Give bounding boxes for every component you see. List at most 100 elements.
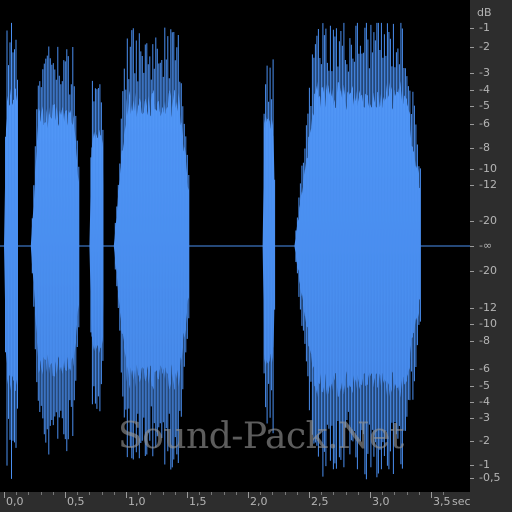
db-tick-mark — [470, 465, 474, 466]
time-minor-tick — [199, 492, 201, 495]
db-tick-mark — [470, 341, 474, 342]
time-tick-mark — [126, 492, 127, 498]
db-tick-label: -4 — [479, 83, 490, 96]
time-minor-tick — [28, 492, 30, 495]
time-tick-label: 0,0 — [6, 495, 24, 508]
time-minor-tick — [211, 492, 213, 495]
time-tick-mark — [431, 492, 432, 498]
time-minor-tick — [443, 492, 445, 495]
time-minor-tick — [113, 492, 115, 495]
time-minor-tick — [101, 492, 103, 495]
time-minor-tick — [345, 492, 347, 495]
db-tick-label: -8 — [479, 141, 490, 154]
db-tick-label: -3 — [479, 66, 490, 79]
time-minor-tick — [162, 492, 164, 495]
db-tick-label: -2 — [479, 434, 490, 447]
time-minor-tick — [321, 492, 323, 495]
time-minor-tick — [16, 492, 18, 495]
time-minor-tick — [418, 492, 420, 495]
time-minor-tick — [272, 492, 274, 495]
time-minor-tick — [223, 492, 225, 495]
db-tick-mark — [470, 324, 474, 325]
db-tick-mark — [470, 90, 474, 91]
db-tick-mark — [470, 124, 474, 125]
db-tick-mark — [470, 169, 474, 170]
time-tick-mark — [187, 492, 188, 498]
time-ruler[interactable]: sec 0,0 0,5 1,0 1,5 2,0 2,5 3,0 3,5 — [0, 492, 512, 512]
time-tick-label: 3,5 — [433, 495, 451, 508]
db-tick-label: -12 — [479, 178, 497, 191]
db-tick-mark — [470, 148, 474, 149]
db-tick-label: -4 — [479, 395, 490, 408]
time-minor-tick — [394, 492, 396, 495]
time-minor-tick — [357, 492, 359, 495]
audio-editor-waveform-view: -1 -2 -3 -4 -5 -6 -8 -10 -12 -20 -∞ -20 -12 -10 -8 -6 -5… — [0, 0, 512, 512]
time-tick-label: 1,0 — [128, 495, 146, 508]
time-minor-tick — [89, 492, 91, 495]
db-tick-label: -12 — [479, 301, 497, 314]
waveform-segment — [294, 22, 421, 480]
db-tick-label: -5 — [479, 379, 490, 392]
db-tick-mark — [470, 478, 474, 479]
db-tick-label: -6 — [479, 117, 490, 130]
waveform-segment — [4, 22, 18, 479]
waveform-segment — [262, 59, 276, 434]
db-scale-ruler: -1 -2 -3 -4 -5 -6 -8 -10 -12 -20 -∞ -20 -12 -10 -8 -6 -5… — [470, 0, 512, 492]
time-minor-tick — [77, 492, 79, 495]
time-tick-mark — [370, 492, 371, 498]
waveform-segment — [113, 27, 190, 470]
time-minor-tick — [138, 492, 140, 495]
db-tick-mark — [470, 308, 474, 309]
db-tick-label: -1 — [479, 458, 490, 471]
time-minor-tick — [52, 492, 54, 495]
db-tick-mark — [470, 418, 474, 419]
time-tick-label: 3,0 — [372, 495, 390, 508]
db-tick-mark — [470, 185, 474, 186]
db-tick-label: -10 — [479, 317, 497, 330]
waveform-segment — [30, 46, 80, 455]
time-minor-tick — [333, 492, 335, 495]
time-tick-mark — [309, 492, 310, 498]
db-tick-label: -∞ — [479, 239, 493, 252]
db-tick-mark — [470, 47, 474, 48]
time-minor-tick — [284, 492, 286, 495]
watermark-text: Sound-Pack.Net — [118, 416, 404, 457]
time-tick-mark — [65, 492, 66, 498]
db-tick-mark — [470, 441, 474, 442]
db-tick-mark — [470, 106, 474, 107]
time-minor-tick — [296, 492, 298, 495]
db-tick-mark — [470, 28, 474, 29]
time-tick-mark — [248, 492, 249, 498]
db-tick-mark — [470, 271, 474, 272]
db-tick-label: -3 — [479, 411, 490, 424]
db-tick-label: -10 — [479, 162, 497, 175]
ruler-corner — [470, 492, 512, 512]
db-tick-mark — [470, 246, 474, 247]
time-minor-tick — [40, 492, 42, 495]
db-tick-mark — [470, 402, 474, 403]
db-tick-label: -20 — [479, 214, 497, 227]
db-tick-label: -1 — [479, 21, 490, 34]
time-minor-tick — [235, 492, 237, 495]
db-tick-mark — [470, 73, 474, 74]
time-tick-label: 1,5 — [189, 495, 207, 508]
db-tick-label: -6 — [479, 362, 490, 375]
time-minor-tick — [174, 492, 176, 495]
time-minor-tick — [260, 492, 262, 495]
time-unit-label: sec — [452, 495, 471, 508]
db-tick-label: -20 — [479, 264, 497, 277]
db-tick-label: -2 — [479, 40, 490, 53]
time-tick-label: 0,5 — [67, 495, 85, 508]
db-unit-label: dB — [477, 6, 492, 19]
time-tick-label: 2,5 — [311, 495, 329, 508]
time-tick-label: 2,0 — [250, 495, 268, 508]
db-tick-label: -0,5 — [479, 471, 501, 484]
time-minor-tick — [150, 492, 152, 495]
time-tick-mark — [4, 492, 5, 498]
db-tick-mark — [470, 386, 474, 387]
db-tick-mark — [470, 369, 474, 370]
db-tick-mark — [470, 221, 474, 222]
db-tick-label: -8 — [479, 334, 490, 347]
time-minor-tick — [382, 492, 384, 495]
time-minor-tick — [406, 492, 408, 495]
